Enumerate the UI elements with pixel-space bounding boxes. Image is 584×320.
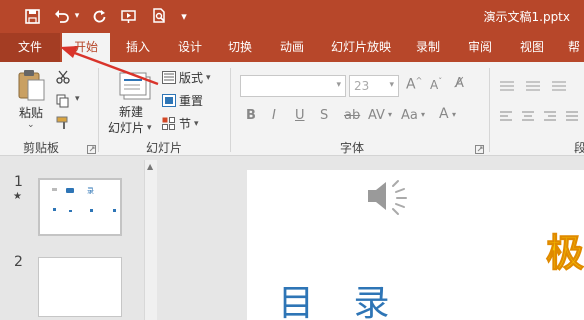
- annotation-arrow: [60, 46, 159, 86]
